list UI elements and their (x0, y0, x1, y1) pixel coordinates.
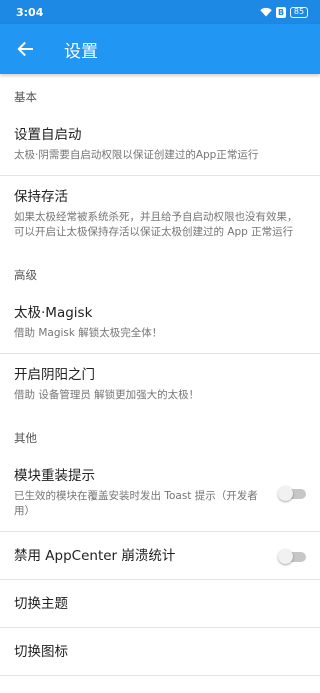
setting-disable-appcenter[interactable]: 禁用 AppCenter 崩溃统计 (0, 532, 320, 580)
battery-icon: 85 (290, 6, 308, 18)
setting-title: 开启阴阳之门 (14, 367, 95, 383)
setting-title: 太极·Magisk (14, 305, 93, 321)
app-bar: 设置 (0, 24, 320, 74)
arrow-left-icon (17, 41, 33, 57)
status-bar: 3:04 B 85 (0, 0, 320, 24)
setting-magisk[interactable]: 太极·Magisk 借助 Magisk 解锁太极完全体！ (0, 292, 320, 354)
setting-reinstall-toast[interactable]: 模块重装提示 已生效的模块在覆盖安装时发出 Toast 提示（开发者用） (0, 455, 320, 532)
setting-autostart[interactable]: 设置自启动 太极·阴需要自启动权限以保证创建过的App正常运行 (0, 114, 320, 176)
setting-subtitle: 太极·阴需要自启动权限以保证创建过的App正常运行 (14, 149, 259, 161)
setting-switch-theme[interactable]: 切换主题 (0, 580, 320, 628)
setting-switch-icon[interactable]: 切换图标 (0, 628, 320, 676)
status-icons: B 85 (260, 6, 308, 18)
settings-list: 基本 设置自启动 太极·阴需要自启动权限以保证创建过的App正常运行 保持存活 … (0, 74, 320, 693)
bluetooth-icon: B (276, 6, 286, 18)
wifi-icon (260, 7, 272, 17)
reinstall-toast-toggle[interactable] (278, 485, 306, 501)
appcenter-toggle[interactable] (278, 548, 306, 564)
setting-title: 禁用 AppCenter 崩溃统计 (14, 547, 176, 564)
setting-subtitle: 如果太极经常被系统杀死，并且给予自启动权限也没有效果，可以开启让太极保持存活以保… (14, 211, 298, 238)
section-header-other: 其他 (14, 431, 37, 445)
setting-keep-alive[interactable]: 保持存活 如果太极经常被系统杀死，并且给予自启动权限也没有效果，可以开启让太极保… (0, 176, 320, 252)
page-title: 设置 (64, 41, 98, 62)
setting-device-admin[interactable]: 开启阴阳之门 借助 设备管理员 解锁更加强大的太极！ (0, 354, 320, 415)
setting-subtitle: 已生效的模块在覆盖安装时发出 Toast 提示（开发者用） (14, 490, 258, 517)
section-header-advanced: 高级 (14, 268, 37, 282)
setting-title: 切换主题 (14, 595, 68, 612)
setting-title: 设置自启动 (14, 127, 82, 143)
setting-title: 切换图标 (14, 643, 68, 660)
back-button[interactable] (0, 24, 50, 74)
setting-title: 保持存活 (14, 189, 68, 205)
setting-subtitle: 借助 设备管理员 解锁更加强大的太极！ (14, 389, 200, 401)
setting-subtitle: 借助 Magisk 解锁太极完全体！ (14, 327, 163, 339)
setting-title: 模块重装提示 (14, 468, 95, 484)
status-time: 3:04 (16, 5, 44, 19)
section-header-basic: 基本 (14, 90, 37, 104)
